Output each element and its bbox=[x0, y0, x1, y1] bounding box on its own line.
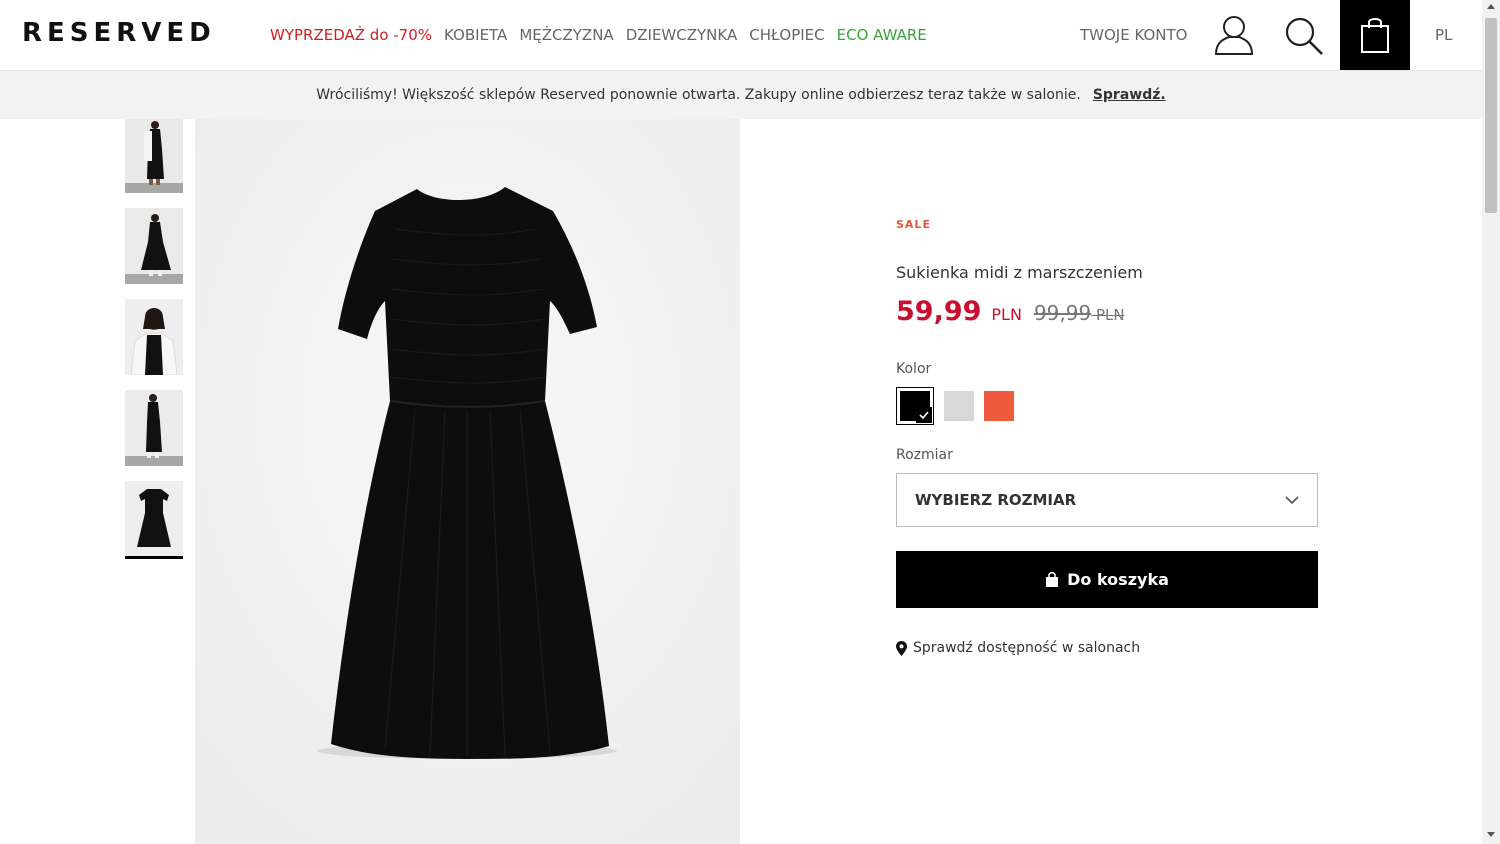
color-swatch-black[interactable] bbox=[896, 387, 934, 425]
banner-link[interactable]: Sprawdź. bbox=[1093, 87, 1166, 103]
add-to-cart-button[interactable]: Do koszyka bbox=[896, 551, 1318, 608]
shopping-bag-icon bbox=[1046, 571, 1059, 587]
nav-item-chlopiec[interactable]: CHŁOPIEC bbox=[749, 26, 824, 44]
old-price-currency: PLN bbox=[1095, 306, 1125, 324]
sale-badge: SALE bbox=[896, 218, 931, 231]
product-page: RESERVED WYPRZEDAŻ do -70% KOBIETA MĘŻCZ… bbox=[0, 0, 1500, 844]
scroll-up-arrow-icon[interactable] bbox=[1487, 4, 1495, 9]
size-select-value: WYBIERZ ROZMIAR bbox=[915, 491, 1077, 509]
check-icon bbox=[916, 407, 932, 423]
thumbnail-4[interactable] bbox=[125, 390, 183, 466]
old-price: 99,99 bbox=[1033, 301, 1092, 325]
nav-item-sale[interactable]: WYPRZEDAŻ do -70% bbox=[270, 26, 432, 44]
language-switcher[interactable]: PL bbox=[1435, 26, 1452, 44]
banner-text: Wróciliśmy! Większość sklepów Reserved p… bbox=[316, 87, 1081, 103]
nav-item-eco-aware[interactable]: ECO AWARE bbox=[837, 26, 927, 44]
logo[interactable]: RESERVED bbox=[22, 18, 216, 48]
color-swatch-coral[interactable] bbox=[984, 391, 1014, 421]
scroll-down-arrow-icon[interactable] bbox=[1487, 832, 1495, 837]
shopping-bag-icon bbox=[1361, 18, 1389, 53]
product-title: Sukienka midi z marszczeniem bbox=[896, 263, 1143, 282]
color-label: Kolor bbox=[896, 361, 932, 377]
account-link[interactable]: TWOJE KONTO bbox=[1080, 26, 1187, 44]
nav-item-dziewczynka[interactable]: DZIEWCZYNKA bbox=[626, 26, 738, 44]
site-header: RESERVED WYPRZEDAŻ do -70% KOBIETA MĘŻCZ… bbox=[0, 0, 1482, 71]
thumbnail-3[interactable] bbox=[125, 299, 183, 375]
search-icon[interactable] bbox=[1284, 16, 1324, 56]
scrollbar-thumb[interactable] bbox=[1485, 18, 1497, 213]
cart-button[interactable] bbox=[1340, 0, 1410, 70]
current-price: 59,99 bbox=[896, 296, 982, 327]
size-label: Rozmiar bbox=[896, 447, 953, 463]
size-select[interactable]: WYBIERZ ROZMIAR bbox=[896, 473, 1318, 527]
dress-image bbox=[195, 119, 740, 844]
nav-item-mezczyzna[interactable]: MĘŻCZYZNA bbox=[519, 26, 613, 44]
current-price-currency: PLN bbox=[991, 305, 1022, 324]
info-banner: Wróciliśmy! Większość sklepów Reserved p… bbox=[0, 71, 1482, 119]
product-main-image[interactable] bbox=[195, 119, 740, 844]
availability-label: Sprawdź dostępność w salonach bbox=[913, 640, 1141, 656]
user-icon[interactable] bbox=[1214, 14, 1254, 56]
color-swatch-grey[interactable] bbox=[944, 391, 974, 421]
nav-item-kobieta[interactable]: KOBIETA bbox=[444, 26, 507, 44]
thumbnail-gallery bbox=[125, 119, 183, 574]
thumbnail-5[interactable] bbox=[125, 481, 183, 559]
scrollbar[interactable] bbox=[1482, 0, 1500, 844]
location-pin-icon bbox=[896, 640, 907, 656]
main-nav: WYPRZEDAŻ do -70% KOBIETA MĘŻCZYZNA DZIE… bbox=[270, 26, 927, 44]
chevron-down-icon bbox=[1285, 495, 1299, 504]
add-to-cart-label: Do koszyka bbox=[1067, 570, 1169, 589]
price-block: 59,99 PLN 99,99 PLN bbox=[896, 296, 1318, 327]
thumbnail-1[interactable] bbox=[125, 119, 183, 193]
thumbnail-2[interactable] bbox=[125, 208, 183, 284]
color-swatches bbox=[896, 387, 1318, 425]
product-info: SALE Sukienka midi z marszczeniem 59,99 … bbox=[896, 218, 1318, 656]
store-availability-link[interactable]: Sprawdź dostępność w salonach bbox=[896, 640, 1318, 656]
